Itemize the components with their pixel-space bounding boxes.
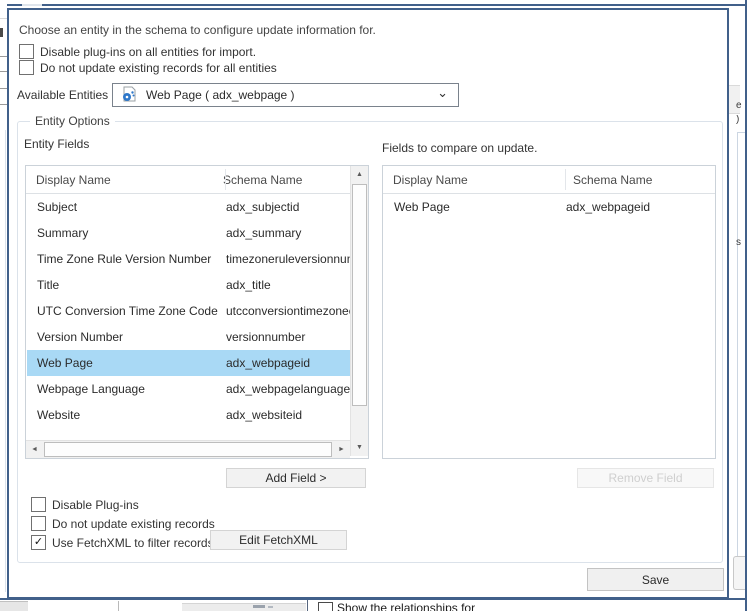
table-header: Display Name Schema Name xyxy=(26,166,368,194)
cell-display-name: Website xyxy=(27,408,226,422)
clipped-window-divider xyxy=(307,600,308,611)
cell-schema-name: adx_summary xyxy=(226,226,350,240)
cell-display-name: Web Page xyxy=(27,356,226,370)
cell-schema-name: adx_webpageid xyxy=(226,356,350,370)
clipped-text-fragment xyxy=(253,605,265,608)
clipped-table-cell xyxy=(0,601,28,611)
background-window-right-border xyxy=(745,0,747,611)
horizontal-scrollbar[interactable]: ◄ ► xyxy=(26,440,350,458)
clipped-button-fragment xyxy=(733,556,745,590)
checkbox-box[interactable] xyxy=(19,60,34,75)
clipped-text-fragment xyxy=(0,28,3,37)
checkbox-label: Do not update existing records xyxy=(52,517,215,531)
vertical-scrollbar-thumb[interactable] xyxy=(352,184,367,406)
cell-display-name: Summary xyxy=(27,226,226,240)
background-window-top-border xyxy=(7,4,747,6)
checkbox-no-update-all[interactable]: Do not update existing records for all e… xyxy=(19,60,277,75)
table-row[interactable]: Webpage Language adx_webpagelanguageid xyxy=(27,376,350,402)
entity-fields-label: Entity Fields xyxy=(24,137,89,151)
table-row-selected[interactable]: Web Page adx_webpageid xyxy=(27,350,350,376)
scroll-up-icon[interactable]: ▲ xyxy=(351,166,368,183)
cell-display-name: Webpage Language xyxy=(27,382,226,396)
cell-display-name: Subject xyxy=(27,200,226,214)
remove-field-button[interactable]: Remove Field xyxy=(577,468,714,488)
column-header-display-name[interactable]: Display Name xyxy=(383,173,565,187)
background-groupbox-edge xyxy=(737,132,745,133)
cell-display-name: Version Number xyxy=(27,330,226,344)
cell-schema-name: timezoneruleversionnumber xyxy=(226,252,350,266)
cell-schema-name: versionnumber xyxy=(226,330,350,344)
horizontal-scrollbar-thumb[interactable] xyxy=(44,442,332,457)
cell-schema-name: adx_websiteid xyxy=(226,408,350,422)
scroll-left-icon[interactable]: ◄ xyxy=(26,441,43,458)
background-window-top-border-gap xyxy=(22,4,42,6)
cell-display-name: Title xyxy=(27,278,226,292)
cell-display-name: UTC Conversion Time Zone Code xyxy=(27,304,226,318)
dropdown-selected-value: Web Page ( adx_webpage ) xyxy=(146,88,295,102)
table-row[interactable]: Version Number versionnumber xyxy=(27,324,350,350)
background-groupbox-edge xyxy=(737,132,738,588)
checkbox-box[interactable]: ✓ xyxy=(31,535,46,550)
cell-schema-name: adx_webpagelanguageid xyxy=(226,382,350,396)
clipped-table-divider xyxy=(118,601,119,611)
table-row[interactable]: Website adx_websiteid xyxy=(27,402,350,428)
cell-schema-name: adx_title xyxy=(226,278,350,292)
entity-icon xyxy=(121,86,137,105)
checkbox-label: Use FetchXML to filter records xyxy=(52,536,214,550)
table-row[interactable]: UTC Conversion Time Zone Code utcconvers… xyxy=(27,298,350,324)
table-row[interactable]: Title adx_title xyxy=(27,272,350,298)
column-divider[interactable] xyxy=(225,169,226,190)
clipped-text-fragment xyxy=(268,606,273,608)
scroll-down-icon[interactable]: ▼ xyxy=(351,439,368,456)
checkbox-no-update-records[interactable]: Do not update existing records xyxy=(31,516,215,531)
screen: e ) s Show the relationships for Choose … xyxy=(0,0,749,611)
column-header-display-name[interactable]: Display Name xyxy=(26,173,215,187)
scroll-right-icon[interactable]: ► xyxy=(333,441,350,458)
table-row[interactable]: Summary adx_summary xyxy=(27,220,350,246)
table-header: Display Name Schema Name xyxy=(383,166,715,194)
save-button[interactable]: Save xyxy=(587,568,724,591)
cell-display-name: Time Zone Rule Version Number xyxy=(27,252,226,266)
vertical-scrollbar[interactable]: ▲ ▼ xyxy=(350,166,368,456)
compare-fields-table: Display Name Schema Name Web Page adx_we… xyxy=(382,165,716,459)
checkbox-box[interactable] xyxy=(31,516,46,531)
checkbox-label: Disable Plug-ins xyxy=(52,498,139,512)
cell-schema-name: adx_webpageid xyxy=(566,200,706,214)
dialog-instruction: Choose an entity in the schema to config… xyxy=(19,23,376,37)
checkbox-box[interactable] xyxy=(19,44,34,59)
checkbox-box[interactable] xyxy=(31,497,46,512)
chevron-down-icon[interactable]: ⌄ xyxy=(437,85,448,101)
table-row[interactable]: Subject adx_subjectid xyxy=(27,194,350,220)
edit-fetchxml-button[interactable]: Edit FetchXML xyxy=(210,530,347,550)
cell-schema-name: adx_subjectid xyxy=(226,200,350,214)
cell-display-name: Web Page xyxy=(384,200,566,214)
groupbox-title: Entity Options xyxy=(30,114,115,128)
entity-fields-table: Display Name Schema Name Subject adx_sub… xyxy=(25,165,369,459)
column-header-schema-name[interactable]: Schema Name xyxy=(215,173,302,187)
table-row[interactable]: Time Zone Rule Version Number timezoneru… xyxy=(27,246,350,272)
column-divider[interactable] xyxy=(565,169,566,190)
checkbox-disable-plugins-all[interactable]: Disable plug-ins on all entities for imp… xyxy=(19,44,256,59)
update-information-dialog: Choose an entity in the schema to config… xyxy=(7,8,729,599)
checkbox-label: Do not update existing records for all e… xyxy=(40,61,277,75)
cell-schema-name: utcconversiontimezonecode xyxy=(226,304,350,318)
clipped-checkbox-label: Show the relationships for xyxy=(337,601,497,611)
clipped-table-header xyxy=(182,603,306,611)
add-field-button[interactable]: Add Field > xyxy=(226,468,366,488)
checkbox-label: Disable plug-ins on all entities for imp… xyxy=(40,45,256,59)
fields-to-compare-label: Fields to compare on update. xyxy=(382,141,537,155)
checkmark-icon: ✓ xyxy=(34,536,43,548)
clipped-checkbox[interactable] xyxy=(318,602,333,611)
column-header-schema-name[interactable]: Schema Name xyxy=(565,173,652,187)
checkbox-disable-plugins[interactable]: Disable Plug-ins xyxy=(31,497,139,512)
table-row[interactable]: Web Page adx_webpageid xyxy=(384,194,714,220)
available-entities-dropdown[interactable]: Web Page ( adx_webpage ) ⌄ xyxy=(112,83,459,107)
available-entities-label: Available Entities xyxy=(17,88,108,102)
checkbox-use-fetchxml[interactable]: ✓ Use FetchXML to filter records xyxy=(31,535,214,550)
background-groupbox-edge xyxy=(5,130,6,592)
